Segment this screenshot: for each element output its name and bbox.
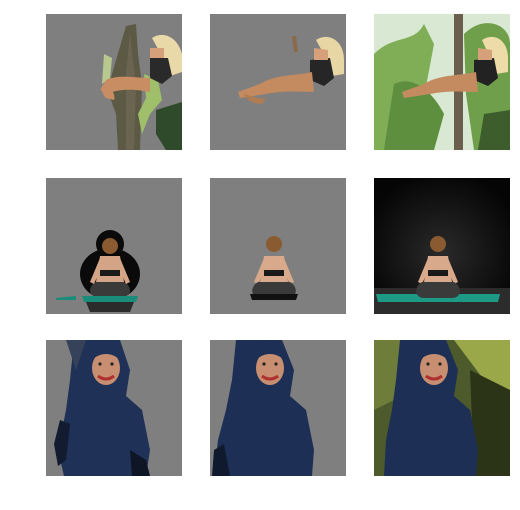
tile-r2-c2	[210, 178, 346, 314]
pole-dancer-masked-fine-image	[210, 14, 346, 150]
tile-r1-c1	[46, 14, 182, 150]
pole-dancer-masked-coarse-image	[46, 14, 182, 150]
image-grid	[0, 0, 520, 510]
yoga-original-image	[374, 178, 510, 314]
tile-r3-c1	[46, 340, 182, 476]
hijab-original-image	[374, 340, 510, 476]
tile-r2-c1	[46, 178, 182, 314]
tile-r3-c2	[210, 340, 346, 476]
hijab-masked-coarse-image	[46, 340, 182, 476]
yoga-masked-coarse-image	[46, 178, 182, 314]
tile-r1-c3	[374, 14, 510, 150]
tile-r1-c2	[210, 14, 346, 150]
yoga-masked-fine-image	[210, 178, 346, 314]
tile-r2-c3	[374, 178, 510, 314]
tile-r3-c3	[374, 340, 510, 476]
hijab-masked-fine-image	[210, 340, 346, 476]
pole-dancer-original-image	[374, 14, 510, 150]
